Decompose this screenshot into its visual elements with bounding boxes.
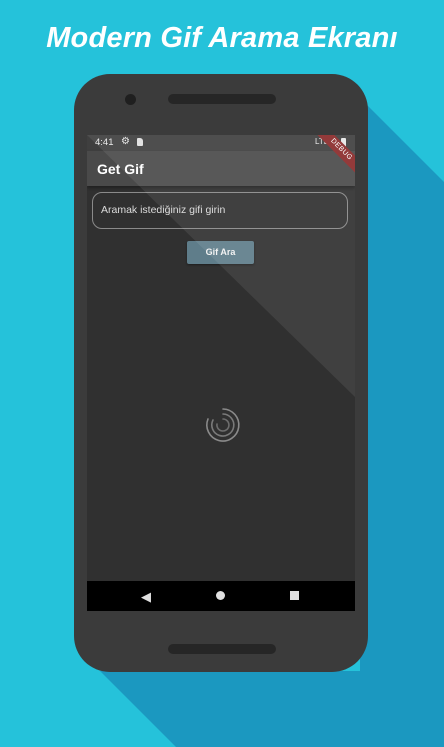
speaker-top — [168, 94, 276, 104]
screen-glare — [87, 135, 355, 397]
headline: Modern Gif Arama Ekranı — [46, 22, 398, 54]
speaker-bottom — [168, 644, 276, 654]
recents-icon[interactable] — [290, 591, 299, 600]
home-icon[interactable] — [216, 591, 225, 600]
navigation-bar: ◀ — [87, 581, 355, 611]
camera-icon — [125, 94, 136, 105]
phone-screen: 4:41 ⚙ LTE Get Gif DEBUG Aramak istediği… — [87, 135, 355, 611]
back-icon[interactable]: ◀ — [141, 589, 151, 605]
